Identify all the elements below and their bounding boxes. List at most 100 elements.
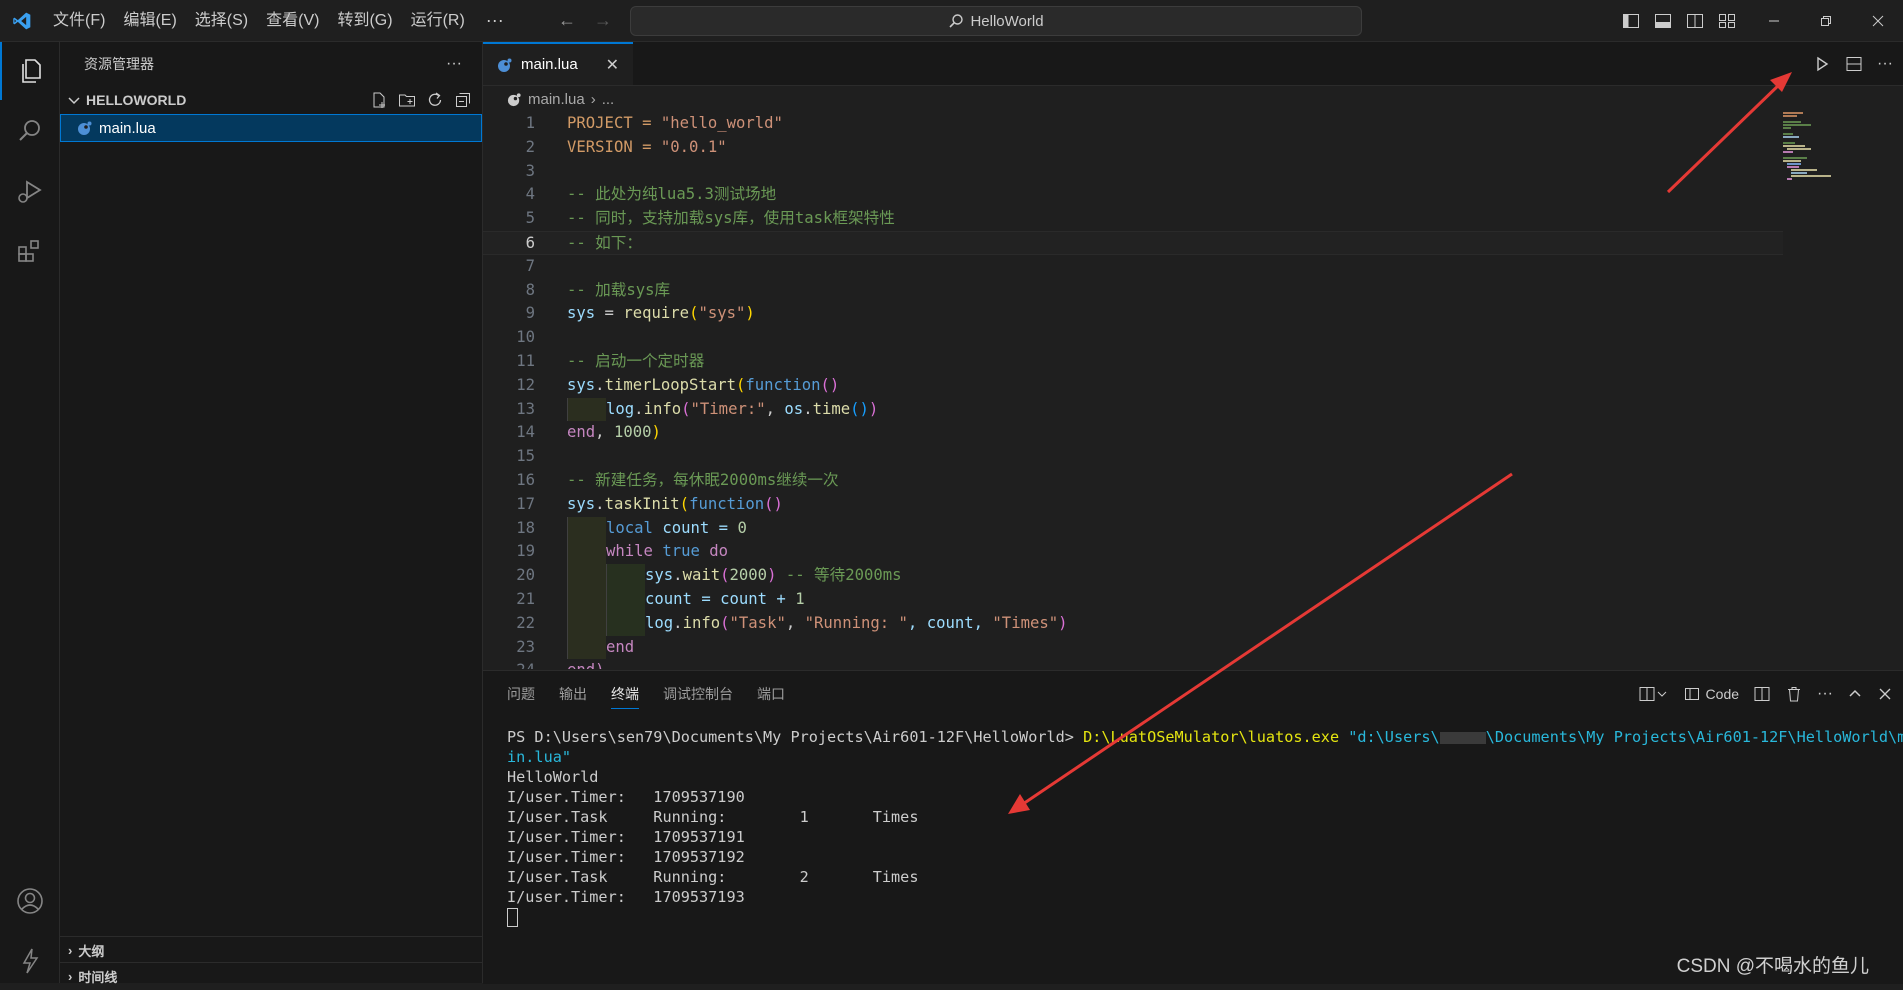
line-number: 23 [516,637,535,656]
restore-button[interactable] [1800,0,1852,41]
outline-section[interactable]: › 大纲 [60,936,490,963]
title-bar: 文件(F) 编辑(E) 选择(S) 查看(V) 转到(G) 运行(R) ··· … [0,0,1903,42]
menu-go[interactable]: 转到(G) [328,0,401,41]
code-editor[interactable]: 1 PROJECT = "hello_world" 2 VERSION = "0.0… [483,112,1783,669]
line-number: 6 [525,233,535,252]
sidebar-more-button[interactable]: ··· [446,55,462,73]
timeline-section[interactable]: › 时间线 [60,962,490,989]
tab-problems[interactable]: 问题 [507,684,535,704]
breadcrumb-symbols[interactable]: ... [602,91,615,108]
command-center-search[interactable]: HelloWorld [630,6,1362,36]
tab-output[interactable]: 输出 [559,684,587,704]
line-number: 13 [516,399,535,418]
account-icon [16,888,43,914]
trash-icon[interactable] [1785,685,1803,703]
maximize-panel-icon[interactable] [1847,686,1863,702]
extensions-icon [17,240,39,262]
extensions-activity[interactable] [0,222,59,280]
terminal-line: HelloWorld [507,768,599,786]
vscode-logo-icon [0,0,44,41]
line-number: 24 [483,659,535,669]
bottom-panel: 问题 输出 终端 调试控制台 端口 Code ··· PS D:\Users\s… [483,670,1903,984]
run-debug-activity[interactable] [0,162,59,220]
line-number: 16 [516,470,535,489]
code-line: count = count + 1 [567,587,805,612]
line-number: 4 [525,185,535,204]
breadcrumb-file[interactable]: main.lua [528,91,585,108]
terminal-line: I/user.Timer: 1709537190 [507,788,745,806]
terminal-line: I/user.Timer: 1709537193 [507,888,745,906]
code-line: -- 此处为纯lua5.3测试场地 [567,185,777,204]
code-line: while true do [567,540,728,565]
customize-layout-icon[interactable] [1718,12,1736,30]
terminal-instance[interactable]: Code [1684,686,1739,702]
menu-file[interactable]: 文件(F) [44,0,114,41]
tab-main-lua[interactable]: main.lua ✕ [483,42,633,85]
panel-more-icon[interactable]: ··· [1817,685,1833,703]
menu-edit[interactable]: 编辑(E) [114,0,185,41]
search-activity[interactable] [0,102,59,160]
editor-tabs: main.lua ✕ ··· [483,42,1903,86]
split-terminal-icon[interactable] [1753,685,1771,703]
back-arrow-icon[interactable]: ← [558,10,576,31]
lightning-icon [22,948,38,974]
refresh-icon[interactable] [426,91,444,109]
menu-selection[interactable]: 选择(S) [186,0,257,41]
tab-close-icon[interactable]: ✕ [606,55,619,75]
current-line: 6 -- 如下： [483,230,1783,255]
code-line: sys.timerLoopStart(function() [567,375,840,394]
menu-more-button[interactable]: ··· [474,0,516,41]
terminal-output[interactable]: PS D:\Users\sen79\Documents\My Projects\… [507,727,1903,927]
code-line: end) [567,659,605,669]
search-text: HelloWorld [970,12,1044,30]
toggle-primary-sidebar-icon[interactable] [1622,12,1640,30]
collapse-all-icon[interactable] [454,91,472,109]
code-line: -- 加载sys库 [567,280,671,299]
folder-header[interactable]: HELLOWORLD [60,86,482,114]
close-panel-icon[interactable] [1877,686,1893,702]
folder-name: HELLOWORLD [86,92,187,108]
minimap[interactable] [1783,112,1893,192]
new-file-icon[interactable] [370,91,388,109]
code-line: -- 新建任务，每休眠2000ms继续一次 [567,470,839,489]
code-line: sys.taskInit(function() [567,494,783,513]
shell-label: Code [1705,686,1740,702]
restore-icon [1821,15,1831,26]
breadcrumb: main.lua › ... [483,86,1903,112]
line-number: 2 [525,137,535,156]
line-number: 14 [516,423,535,442]
files-icon [21,59,41,83]
toggle-panel-icon[interactable] [1654,12,1672,30]
terminal-line: I/user.Task Running: 1 Times [507,808,919,826]
code-line: log.info("Timer:", os.time()) [567,397,878,422]
toggle-secondary-sidebar-icon[interactable] [1686,12,1704,30]
file-item-main-lua[interactable]: main.lua [60,114,482,142]
tab-ports[interactable]: 端口 [757,684,785,704]
split-editor-icon[interactable] [1845,55,1863,73]
tab-debug-console[interactable]: 调试控制台 [663,684,733,704]
forward-arrow-icon[interactable]: → [594,10,612,31]
line-number: 8 [525,280,535,299]
line-number: 21 [516,589,535,608]
search-icon [949,14,964,28]
explorer-activity[interactable] [0,42,59,100]
minimize-icon [1769,20,1779,21]
new-terminal-dropdown-icon[interactable] [1638,685,1670,703]
new-folder-icon[interactable] [398,91,416,109]
menu-view[interactable]: 查看(V) [257,0,328,41]
minimize-button[interactable] [1748,0,1800,41]
terminal-line: PS D:\Users\sen79\Documents\My Projects\… [507,728,1903,746]
line-number: 12 [516,375,535,394]
tab-terminal[interactable]: 终端 [611,684,639,709]
accounts-activity[interactable] [0,872,59,930]
run-file-icon[interactable] [1813,55,1831,73]
terminal-split-icon [1684,688,1699,700]
line-number: 22 [516,613,535,632]
manage-activity[interactable] [0,932,59,990]
menu-run[interactable]: 运行(R) [402,0,474,41]
redacted-username [1439,731,1486,744]
close-window-button[interactable] [1852,0,1903,41]
code-line: -- 同时，支持加载sys库，使用task框架特性 [567,209,895,228]
code-line: local count = 0 [567,516,747,541]
editor-more-icon[interactable]: ··· [1877,55,1893,73]
